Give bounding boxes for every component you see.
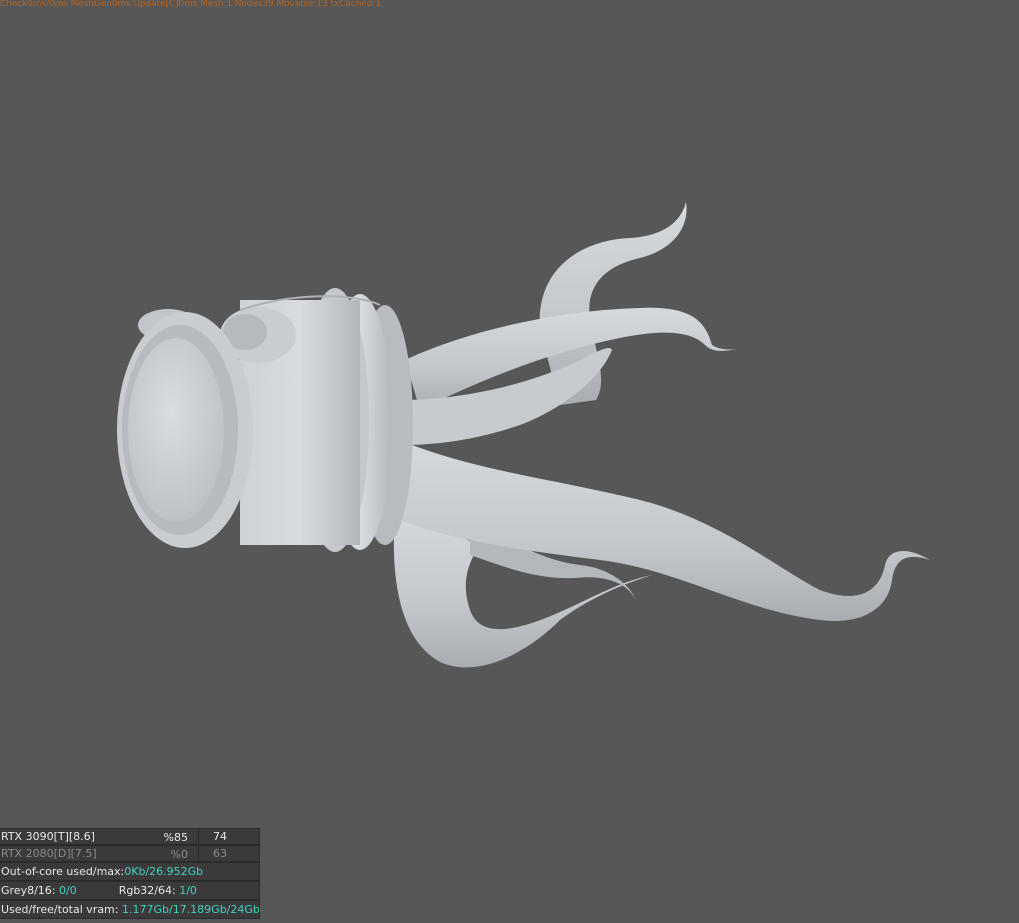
grey-value: 0/0	[59, 884, 77, 897]
out-of-core-row: Out-of-core used/max: 0Kb/26.952Gb	[0, 862, 260, 881]
gpu-row-1: RTX 2080[D][7.5] %0 63	[0, 845, 260, 862]
gpu-temp: 63	[213, 847, 227, 860]
vram-row: Used/free/total vram: 1.177Gb/17.189Gb/2…	[0, 900, 260, 919]
gpu-row-0: RTX 3090[T][8.6] %85 74	[0, 828, 260, 845]
gpu-name: RTX 2080[D][7.5]	[1, 847, 97, 860]
rgb-label: Rgb32/64:	[118, 884, 180, 897]
grey-label: Grey8/16:	[1, 884, 59, 897]
texture-count-row: Grey8/16: 0/0 Rgb32/64: 1/0	[0, 881, 260, 900]
tentacle-right	[400, 440, 930, 621]
gpu-load: %0	[131, 846, 199, 861]
rgb-value: 1/0	[179, 884, 197, 897]
gpu-temp: 74	[213, 830, 227, 843]
out-of-core-label: Out-of-core used/max:	[1, 865, 125, 878]
gpu-stats-hud: RTX 3090[T][8.6] %85 74 RTX 2080[D][7.5]…	[0, 828, 260, 919]
gpu-name: RTX 3090[T][8.6]	[1, 830, 95, 843]
vram-value: 1.177Gb/17.189Gb/24Gb	[121, 903, 260, 916]
front-dome	[128, 338, 224, 522]
gpu-load: %85	[131, 829, 199, 844]
render-viewport[interactable]: Check0ms/0ms MeshGen0ms Update[C]0ms Mes…	[0, 0, 1019, 923]
vram-label: Used/free/total vram:	[1, 903, 122, 916]
out-of-core-value: 0Kb/26.952Gb	[124, 865, 204, 878]
tentacle-model-render	[117, 202, 930, 668]
